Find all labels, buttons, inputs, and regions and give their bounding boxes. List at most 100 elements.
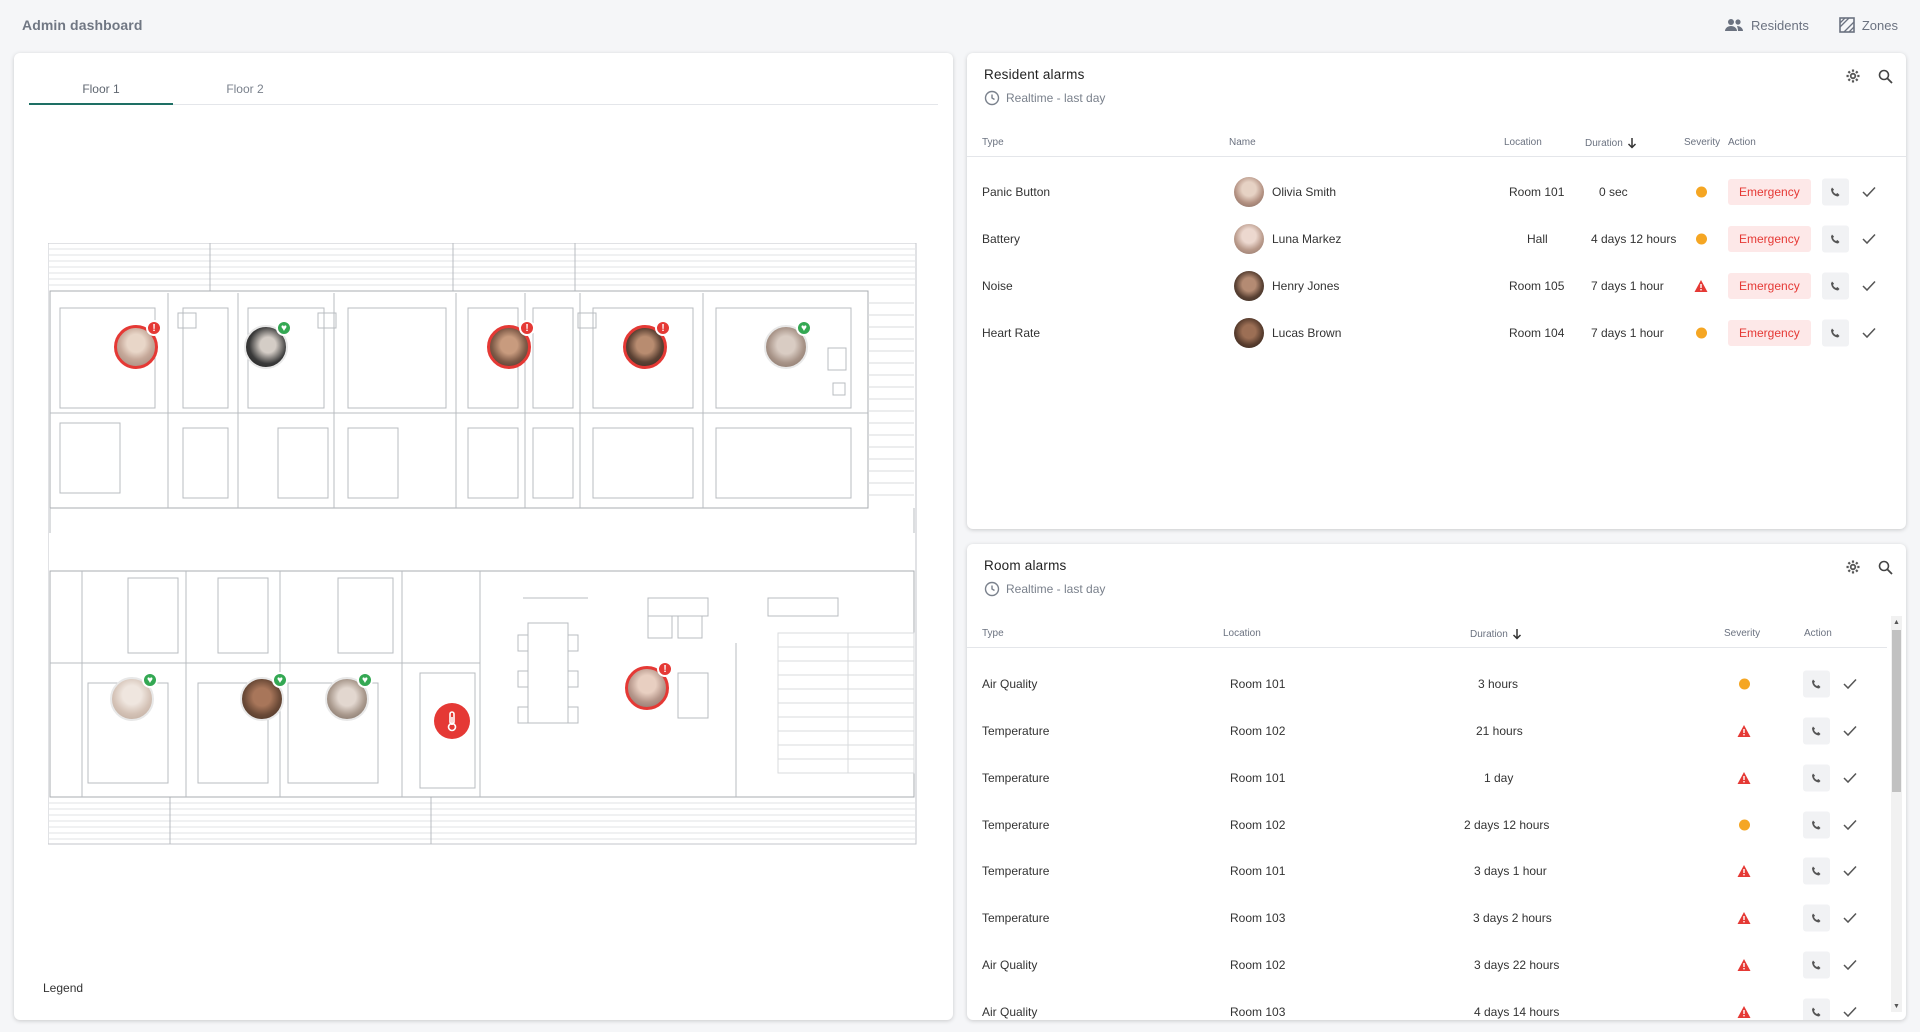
call-button[interactable] xyxy=(1803,857,1830,885)
gear-icon[interactable] xyxy=(1844,558,1862,576)
table-row[interactable]: Heart Rate Lucas Brown Room 104 7 days 1… xyxy=(967,310,1906,356)
warning-triangle-icon xyxy=(1737,959,1751,972)
vertical-scrollbar[interactable]: ▲ ▼ xyxy=(1891,616,1902,1012)
resident-marker[interactable]: ! xyxy=(114,320,162,369)
clock-icon xyxy=(984,581,1000,597)
col-type[interactable]: Type xyxy=(982,628,1004,639)
col-location[interactable]: Location xyxy=(1504,137,1542,148)
name-cell: Lucas Brown xyxy=(1234,318,1341,348)
call-button[interactable] xyxy=(1803,951,1830,979)
phone-icon xyxy=(1803,670,1830,698)
acknowledge-button[interactable] xyxy=(1858,320,1880,347)
avatar xyxy=(1234,271,1264,301)
type-cell: Air Quality xyxy=(982,958,1038,972)
call-button[interactable] xyxy=(1803,764,1830,792)
table-row[interactable]: Panic Button Olivia Smith Room 101 0 sec… xyxy=(967,169,1906,215)
call-button[interactable] xyxy=(1803,717,1830,745)
acknowledge-button[interactable] xyxy=(1858,273,1880,300)
location-cell: Room 101 xyxy=(1509,185,1565,199)
table-row[interactable]: Noise Henry Jones Room 105 7 days 1 hour… xyxy=(967,263,1906,309)
resident-marker[interactable]: ♥ xyxy=(764,320,812,369)
table-row[interactable]: Temperature Room 101 1 day xyxy=(967,755,1887,801)
search-icon[interactable] xyxy=(1876,558,1894,576)
col-duration[interactable]: Duration xyxy=(1470,628,1522,640)
emergency-label: Emergency xyxy=(1728,179,1811,205)
table-row[interactable]: Temperature Room 102 21 hours xyxy=(967,708,1887,754)
phone-icon xyxy=(1822,225,1849,253)
table-row[interactable]: Temperature Room 103 3 days 2 hours xyxy=(967,895,1887,941)
scrollbar-thumb[interactable] xyxy=(1892,630,1901,792)
col-location[interactable]: Location xyxy=(1223,628,1261,639)
resident-marker[interactable]: ♥ xyxy=(110,672,158,721)
table-row[interactable]: Temperature Room 102 2 days 12 hours xyxy=(967,802,1887,848)
phone-icon xyxy=(1822,272,1849,300)
warning-triangle-icon xyxy=(1737,772,1751,785)
tab-floor-2[interactable]: Floor 2 xyxy=(173,69,317,104)
acknowledge-button[interactable] xyxy=(1839,718,1861,745)
emergency-button[interactable]: Emergency xyxy=(1728,320,1811,346)
call-button[interactable] xyxy=(1803,811,1830,839)
scroll-up-arrow-icon[interactable]: ▲ xyxy=(1891,616,1902,628)
col-type[interactable]: Type xyxy=(982,137,1004,148)
table-header: Type Name Location Duration Severity Act… xyxy=(967,125,1906,157)
emergency-button[interactable]: Emergency xyxy=(1728,273,1811,299)
scroll-down-arrow-icon[interactable]: ▼ xyxy=(1891,1000,1902,1012)
table-row[interactable]: Temperature Room 101 3 days 1 hour xyxy=(967,848,1887,894)
call-button[interactable] xyxy=(1803,998,1830,1020)
col-duration[interactable]: Duration xyxy=(1585,137,1637,149)
resident-marker[interactable]: ! xyxy=(487,320,535,369)
search-icon[interactable] xyxy=(1876,67,1894,85)
legend-label[interactable]: Legend xyxy=(43,981,83,995)
call-button[interactable] xyxy=(1803,670,1830,698)
gear-icon[interactable] xyxy=(1844,67,1862,85)
acknowledge-button[interactable] xyxy=(1839,952,1861,979)
acknowledge-button[interactable] xyxy=(1839,999,1861,1021)
resident-marker[interactable]: ! xyxy=(623,320,671,369)
table-row[interactable]: Battery Luna Markez Hall 4 days 12 hours… xyxy=(967,216,1906,262)
location-cell: Room 101 xyxy=(1230,677,1286,691)
warning-triangle-icon xyxy=(1737,725,1751,738)
acknowledge-button[interactable] xyxy=(1839,671,1861,698)
resident-marker[interactable]: ♥ xyxy=(325,672,373,721)
col-severity[interactable]: Severity xyxy=(1684,137,1720,148)
resident-marker[interactable]: ♥ xyxy=(240,672,288,721)
emergency-button[interactable]: Emergency xyxy=(1728,179,1811,205)
acknowledge-button[interactable] xyxy=(1839,812,1861,839)
warning-icon xyxy=(1739,819,1750,831)
call-button[interactable] xyxy=(1822,319,1849,347)
alert-badge-icon: ! xyxy=(655,320,671,336)
call-button[interactable] xyxy=(1822,225,1849,253)
acknowledge-button[interactable] xyxy=(1858,179,1880,206)
warning-triangle-icon xyxy=(1737,1006,1751,1019)
call-button[interactable] xyxy=(1822,178,1849,206)
top-bar: Admin dashboard Residents Zones xyxy=(0,0,1920,50)
resident-marker[interactable]: ! xyxy=(625,661,673,710)
acknowledge-button[interactable] xyxy=(1839,765,1861,792)
duration-cell: 3 days 1 hour xyxy=(1474,864,1547,878)
acknowledge-button[interactable] xyxy=(1839,858,1861,885)
phone-icon xyxy=(1803,857,1830,885)
duration-cell: 3 hours xyxy=(1478,677,1519,691)
zones-link[interactable]: Zones xyxy=(1839,17,1898,33)
residents-link[interactable]: Residents xyxy=(1724,18,1809,33)
duration-cell: 1 day xyxy=(1484,771,1514,785)
acknowledge-button[interactable] xyxy=(1858,226,1880,253)
col-name[interactable]: Name xyxy=(1229,137,1256,148)
card-header: Room alarms Realtime - last day xyxy=(984,558,1105,597)
call-button[interactable] xyxy=(1822,272,1849,300)
duration-cell: 4 days 12 hours xyxy=(1591,232,1677,246)
col-severity[interactable]: Severity xyxy=(1724,628,1760,639)
emergency-button[interactable]: Emergency xyxy=(1728,226,1811,252)
resident-marker[interactable]: ♥ xyxy=(244,320,292,369)
tab-floor-1[interactable]: Floor 1 xyxy=(29,69,173,105)
floor-tabs: Floor 1 Floor 2 xyxy=(29,69,938,105)
table-row[interactable]: Air Quality Room 102 3 days 22 hours xyxy=(967,942,1887,988)
table-row[interactable]: Air Quality Room 101 3 hours xyxy=(967,661,1887,707)
thermometer-icon[interactable] xyxy=(434,703,470,739)
phone-icon xyxy=(1822,178,1849,206)
table-row[interactable]: Air Quality Room 103 4 days 14 hours xyxy=(967,989,1887,1020)
location-cell: Hall xyxy=(1527,232,1548,246)
resident-name: Luna Markez xyxy=(1272,232,1342,246)
call-button[interactable] xyxy=(1803,904,1830,932)
acknowledge-button[interactable] xyxy=(1839,905,1861,932)
